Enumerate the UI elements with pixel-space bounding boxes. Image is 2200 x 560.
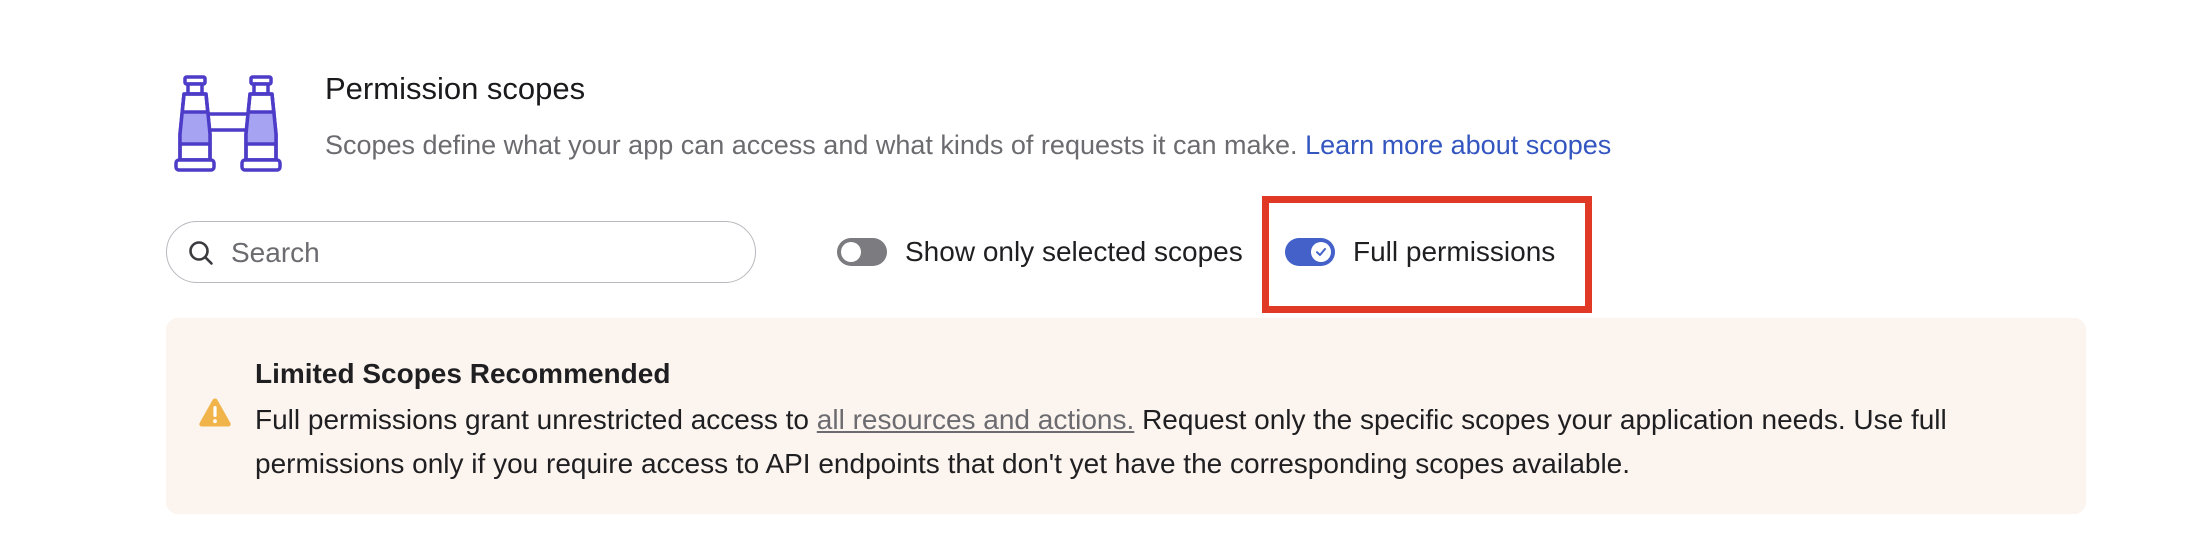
- switch-knob: [1311, 242, 1331, 262]
- banner-body: Full permissions grant unrestricted acce…: [255, 398, 2045, 486]
- full-permissions-toggle-group[interactable]: Full permissions: [1285, 234, 1555, 270]
- check-icon: [1316, 248, 1326, 256]
- learn-more-link[interactable]: Learn more about scopes: [1305, 130, 1611, 160]
- page-subtitle: Scopes define what your app can access a…: [325, 128, 2025, 162]
- search-input[interactable]: [229, 222, 733, 284]
- search-icon: [189, 241, 213, 265]
- show-selected-scopes-switch[interactable]: [837, 238, 887, 266]
- page-title: Permission scopes: [325, 71, 586, 106]
- all-resources-link[interactable]: all resources and actions.: [817, 404, 1135, 435]
- banner-text-before-link: Full permissions grant unrestricted acce…: [255, 404, 809, 435]
- full-permissions-switch[interactable]: [1285, 238, 1335, 266]
- search-field[interactable]: [166, 221, 756, 284]
- scopes-header: Permission scopes Scopes define what you…: [168, 70, 2068, 180]
- full-permissions-label[interactable]: Full permissions: [1353, 236, 1555, 268]
- subtitle-text: Scopes define what your app can access a…: [325, 130, 1298, 160]
- banner-title: Limited Scopes Recommended: [255, 358, 671, 389]
- header-text: Permission scopes Scopes define what you…: [325, 70, 2025, 162]
- switch-knob: [841, 242, 861, 262]
- binoculars-icon: [174, 75, 282, 172]
- limited-scopes-banner: Limited Scopes Recommended Full permissi…: [166, 318, 2086, 514]
- show-selected-scopes-toggle-group[interactable]: Show only selected scopes: [837, 234, 1243, 270]
- warning-icon: [199, 398, 231, 427]
- show-selected-scopes-label[interactable]: Show only selected scopes: [905, 236, 1243, 268]
